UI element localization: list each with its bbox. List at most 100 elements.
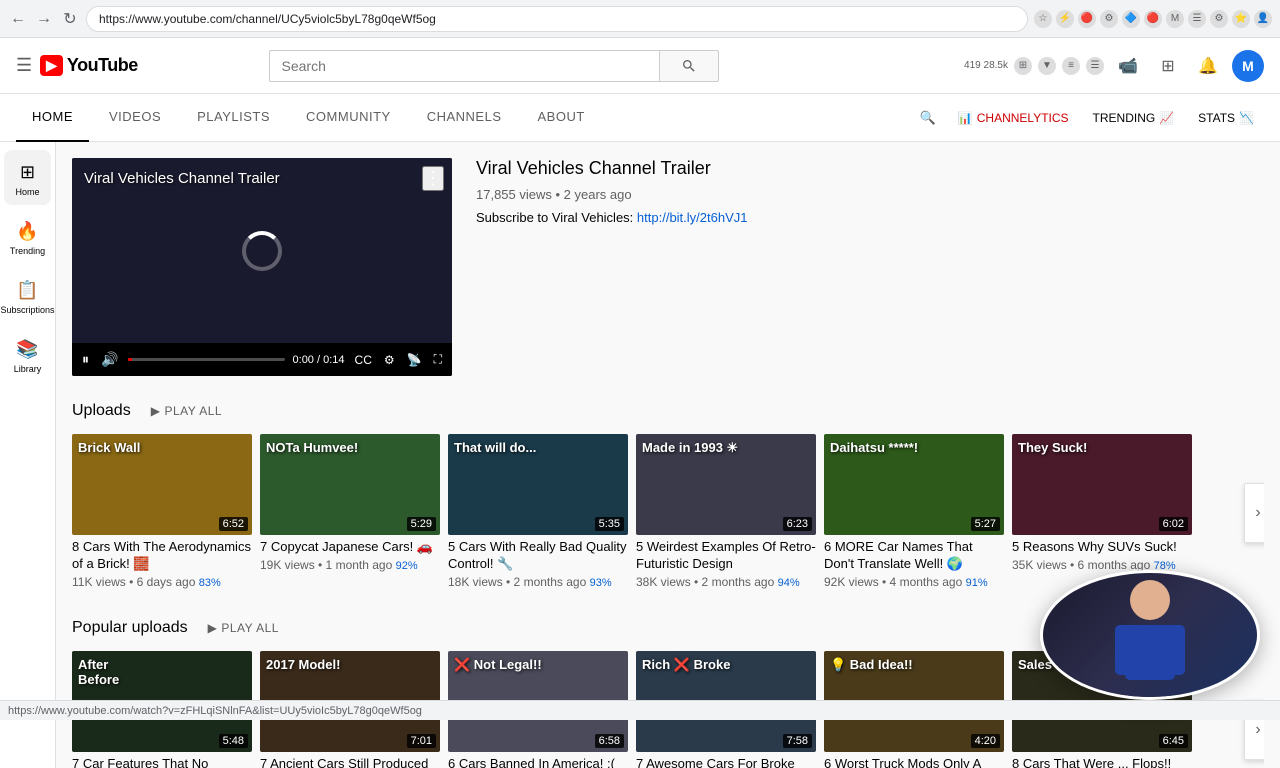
ext-icon-3[interactable]: ⚙: [1100, 10, 1118, 28]
video-card[interactable]: Daihatsu *****! 5:27 6 MORE Car Names Th…: [824, 434, 1004, 593]
video-card-title-4: 6 MORE Car Names That Don't Translate We…: [824, 539, 1004, 573]
stats-button[interactable]: STATS 📉: [1188, 102, 1264, 134]
like-badge-3: 94%: [778, 577, 800, 589]
video-card[interactable]: Brick Wall 6:52 8 Cars With The Aerodyna…: [72, 434, 252, 593]
settings-button[interactable]: ⚙: [382, 351, 397, 369]
video-card[interactable]: Made in 1993 ☀ 6:23 5 Weirdest Examples …: [636, 434, 816, 593]
sidebar-home-label: Home: [15, 187, 39, 197]
video-thumb-3: Made in 1993 ☀ 6:23: [636, 434, 816, 535]
video-more-button[interactable]: ⋮: [422, 166, 444, 191]
tab-videos[interactable]: VIDEOS: [93, 94, 177, 142]
popular-play-all[interactable]: ▶ PLAY ALL: [200, 617, 287, 639]
ext-icon-9[interactable]: ⭐: [1232, 10, 1250, 28]
forward-button[interactable]: →: [34, 9, 54, 29]
tab-playlists[interactable]: PLAYLISTS: [181, 94, 286, 142]
thumb-title-5: They Suck!: [1018, 440, 1087, 456]
play-all-icon-2: ▶: [208, 621, 218, 635]
floating-video[interactable]: [1040, 570, 1260, 700]
list-icon[interactable]: ☰: [1086, 57, 1104, 75]
refresh-button[interactable]: ↻: [60, 9, 80, 29]
fullscreen-button[interactable]: ⛶: [432, 350, 444, 369]
stats-icon: 📉: [1239, 111, 1254, 125]
duration-badge-5: 6:45: [1159, 734, 1188, 748]
trending-icon: 🔥: [16, 221, 38, 242]
menu-icon[interactable]: ≡: [1062, 57, 1080, 75]
video-card-title-3: 7 Awesome Cars For Broke Car-Guys!!: [636, 756, 816, 768]
sidebar: ⊞ Home 🔥 Trending 📋 Subscriptions 📚 Libr…: [0, 142, 56, 768]
yt-logo-text: YouTube: [67, 55, 138, 76]
grid-icon[interactable]: ⊞: [1014, 57, 1032, 75]
thumb-title-0: Brick Wall: [78, 440, 140, 456]
thumb-title-0: AfterBefore: [78, 657, 119, 688]
thumb-title-3: Rich ❌ Broke: [642, 657, 730, 673]
channelytics-button[interactable]: 📊 CHANNELYTICS: [948, 102, 1079, 134]
featured-link[interactable]: http://bit.ly/2t6hVJ1: [637, 210, 748, 225]
subtitles-button[interactable]: CC: [353, 351, 374, 369]
bookmark-icon[interactable]: ☆: [1034, 10, 1052, 28]
video-info-0: 8 Cars With The Aerodynamics of a Brick!…: [72, 535, 252, 593]
featured-title: Viral Vehicles Channel Trailer: [476, 158, 1264, 179]
video-card-title-5: 8 Cars That Were ... Flops!! (No One Bou…: [1012, 756, 1192, 768]
search-input[interactable]: [269, 50, 659, 82]
duration-badge-2: 5:35: [595, 517, 624, 531]
stats-label: STATS: [1198, 111, 1235, 125]
video-card[interactable]: That will do... 5:35 5 Cars With Really …: [448, 434, 628, 593]
browser-chrome: ← → ↻ https://www.youtube.com/channel/UC…: [0, 0, 1280, 38]
video-card[interactable]: NOTa Humvee! 5:29 7 Copycat Japanese Car…: [260, 434, 440, 576]
thumb-title-4: Daihatsu *****!: [830, 440, 918, 456]
ext-icon-2[interactable]: 🔴: [1078, 10, 1096, 28]
video-overlay-title: Viral Vehicles Channel Trailer: [84, 170, 280, 187]
user-avatar[interactable]: M: [1232, 50, 1264, 82]
video-player[interactable]: Viral Vehicles Channel Trailer ⋮ ⏸ 🔊: [72, 158, 452, 376]
hamburger-menu[interactable]: ☰: [16, 55, 32, 76]
tab-channels[interactable]: CHANNELS: [411, 94, 518, 142]
uploads-play-all[interactable]: ▶ PLAY ALL: [143, 400, 230, 422]
back-button[interactable]: ←: [8, 9, 28, 29]
home-icon: ⊞: [20, 162, 35, 183]
pause-button[interactable]: ⏸: [80, 349, 91, 370]
duration-badge-4: 5:27: [971, 517, 1000, 531]
search-button[interactable]: [659, 50, 719, 82]
mute-button[interactable]: 🔊: [99, 349, 120, 370]
video-info-2: 6 Cars Banned In America! :( 2.8M views …: [448, 752, 628, 768]
cast-button[interactable]: 📡: [405, 351, 424, 369]
video-card-title-1: 7 Copycat Japanese Cars! 🚗: [260, 539, 440, 556]
tab-home[interactable]: HOME: [16, 94, 89, 142]
uploads-videos-row: Brick Wall 6:52 8 Cars With The Aerodyna…: [72, 434, 1264, 593]
video-info-1: 7 Ancient Cars Still Produced Today!! 3.…: [260, 752, 440, 768]
video-info-5: 8 Cars That Were ... Flops!! (No One Bou…: [1012, 752, 1192, 768]
ext-icon-10[interactable]: 👤: [1254, 10, 1272, 28]
apps-icon[interactable]: ⊞: [1152, 50, 1184, 82]
ext-icon-4[interactable]: 🔷: [1122, 10, 1140, 28]
youtube-logo[interactable]: ▶ YouTube: [40, 55, 138, 76]
ext-icon-8[interactable]: ⚙: [1210, 10, 1228, 28]
sidebar-item-subscriptions[interactable]: 📋 Subscriptions: [4, 268, 51, 323]
filter-icon[interactable]: ▼: [1038, 57, 1056, 75]
tab-about[interactable]: ABOUT: [522, 94, 601, 142]
featured-description: Subscribe to Viral Vehicles: http://bit.…: [476, 210, 1264, 225]
duration-badge-0: 6:52: [219, 517, 248, 531]
video-card-meta-0: 11K views • 6 days ago 83%: [72, 575, 252, 589]
ext-icon-7[interactable]: ☰: [1188, 10, 1206, 28]
sidebar-item-library[interactable]: 📚 Library: [4, 327, 51, 382]
popular-title: Popular uploads: [72, 619, 188, 637]
sidebar-item-home[interactable]: ⊞ Home: [4, 150, 51, 205]
floating-person-silhouette: [1043, 573, 1257, 697]
ext-icon-1[interactable]: ⚡: [1056, 10, 1074, 28]
video-info-2: 5 Cars With Really Bad Quality Control! …: [448, 535, 628, 593]
notifications-icon[interactable]: 🔔: [1192, 50, 1224, 82]
channel-search-button[interactable]: 🔍: [912, 102, 944, 134]
youtube-header: ☰ ▶ YouTube 419 28.5k ⊞ ▼ ≡ ☰ 📹 ⊞ 🔔 M: [0, 38, 1280, 94]
video-info-4: 6 Worst Truck Mods Only A Truck Ricer Wo…: [824, 752, 1004, 768]
ext-icon-5[interactable]: 🔴: [1144, 10, 1162, 28]
upload-icon[interactable]: 📹: [1112, 50, 1144, 82]
status-bar: https://www.youtube.com/watch?v=zFHLqiSN…: [0, 700, 1280, 720]
progress-bar[interactable]: [128, 358, 284, 361]
video-card[interactable]: They Suck! 6:02 5 Reasons Why SUVs Suck!…: [1012, 434, 1192, 576]
tab-community[interactable]: COMMUNITY: [290, 94, 407, 142]
ext-icon-6[interactable]: M: [1166, 10, 1184, 28]
sidebar-item-trending[interactable]: 🔥 Trending: [4, 209, 51, 264]
trending-button[interactable]: TRENDING 📈: [1083, 102, 1185, 134]
next-button[interactable]: ›: [1244, 483, 1264, 543]
address-bar[interactable]: https://www.youtube.com/channel/UCy5viol…: [86, 6, 1028, 32]
